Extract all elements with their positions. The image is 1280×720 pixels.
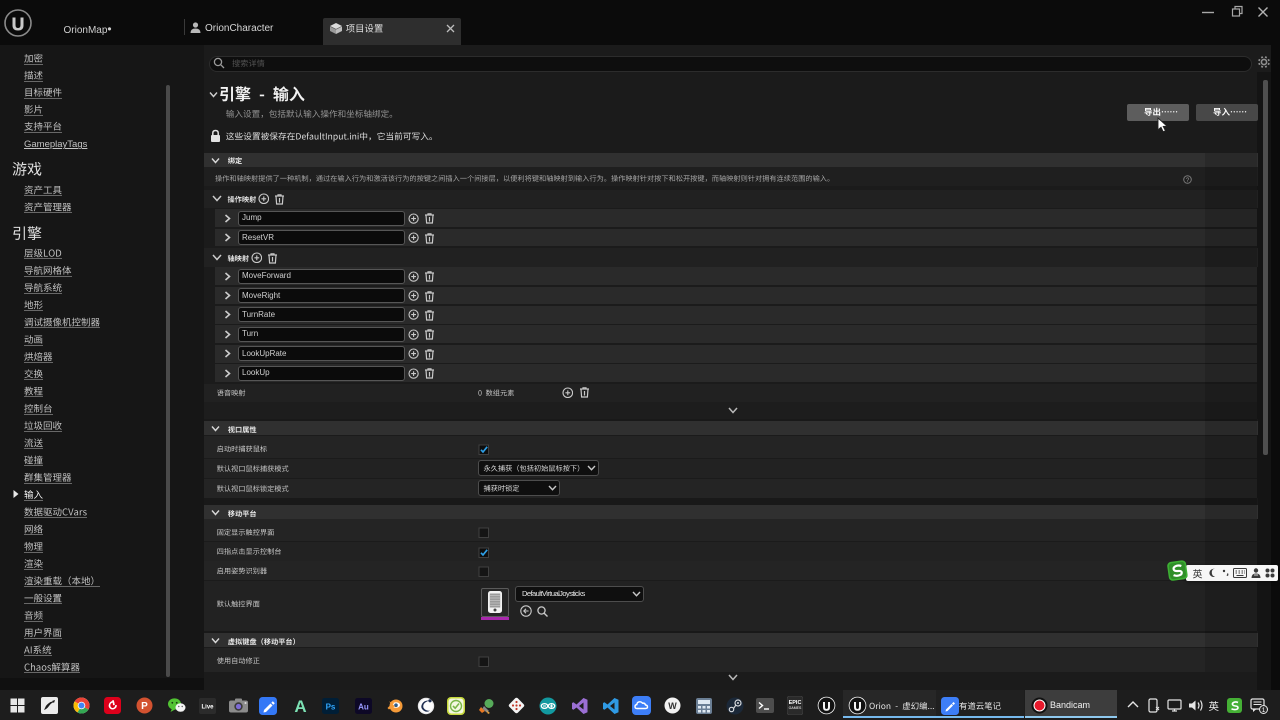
svg-text:Au: Au <box>358 702 369 711</box>
svg-text:A: A <box>294 697 306 714</box>
svg-text:W: W <box>668 701 677 711</box>
svg-text:P: P <box>141 701 148 712</box>
svg-text:Live: Live <box>201 704 214 710</box>
svg-text:Ps: Ps <box>326 702 336 711</box>
svg-text:GAMES: GAMES <box>789 706 802 710</box>
